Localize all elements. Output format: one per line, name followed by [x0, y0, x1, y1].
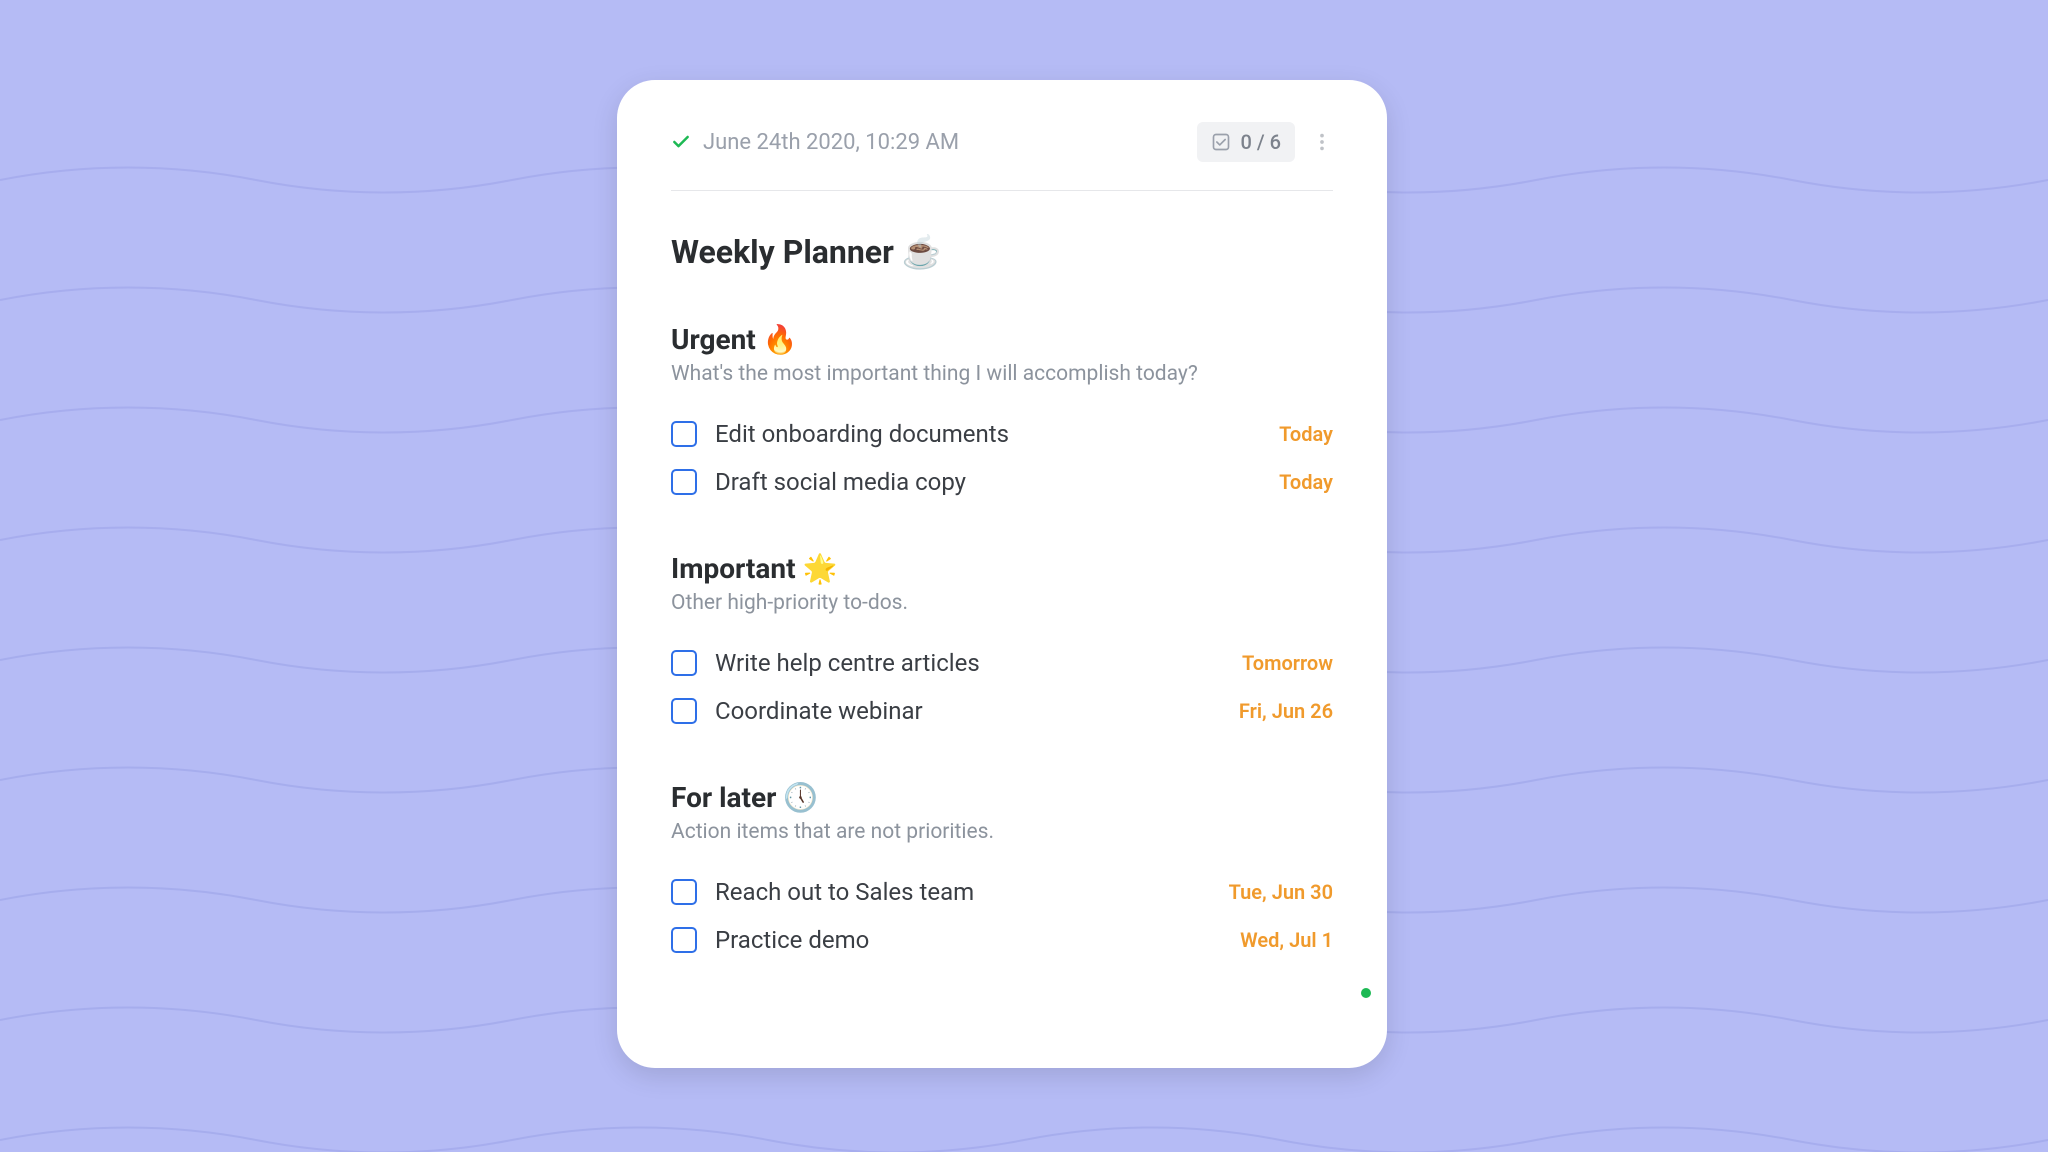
task-checkbox[interactable] [671, 650, 697, 676]
task-row[interactable]: Coordinate webinar Fri, Jun 26 [671, 687, 1333, 735]
task-row[interactable]: Reach out to Sales team Tue, Jun 30 [671, 868, 1333, 916]
section-for-later: For later 🕔 Action items that are not pr… [671, 781, 1333, 964]
page-title: Weekly Planner ☕ [671, 233, 1333, 271]
header-right: 0 / 6 [1197, 122, 1333, 162]
section-title: Important 🌟 [671, 552, 1333, 585]
checklist-icon [1211, 132, 1231, 152]
timestamp: June 24th 2020, 10:29 AM [703, 130, 959, 155]
task-label: Draft social media copy [715, 468, 966, 496]
section-title: For later 🕔 [671, 781, 1333, 814]
task-label: Reach out to Sales team [715, 878, 974, 906]
task-label: Write help centre articles [715, 649, 980, 677]
section-title: Urgent 🔥 [671, 323, 1333, 356]
task-counter-text: 0 / 6 [1241, 130, 1281, 154]
task-due: Fri, Jun 26 [1239, 699, 1333, 723]
task-row[interactable]: Edit onboarding documents Today [671, 410, 1333, 458]
task-due: Tomorrow [1242, 651, 1333, 675]
task-due: Wed, Jul 1 [1240, 928, 1333, 952]
task-checkbox[interactable] [671, 421, 697, 447]
task-label: Coordinate webinar [715, 697, 923, 725]
divider [671, 190, 1333, 191]
task-counter-chip[interactable]: 0 / 6 [1197, 122, 1295, 162]
section-subtitle: What's the most important thing I will a… [671, 362, 1333, 386]
more-vertical-icon[interactable] [1311, 131, 1333, 153]
task-checkbox[interactable] [671, 879, 697, 905]
task-row[interactable]: Draft social media copy Today [671, 458, 1333, 506]
task-label: Practice demo [715, 926, 869, 954]
task-due: Today [1279, 470, 1333, 494]
task-label: Edit onboarding documents [715, 420, 1009, 448]
task-due: Tue, Jun 30 [1229, 880, 1333, 904]
section-urgent: Urgent 🔥 What's the most important thing… [671, 323, 1333, 506]
card-header: June 24th 2020, 10:29 AM 0 / 6 [671, 122, 1333, 162]
checkmark-icon [671, 132, 691, 152]
section-important: Important 🌟 Other high-priority to-dos. … [671, 552, 1333, 735]
header-left: June 24th 2020, 10:29 AM [671, 130, 959, 155]
task-row[interactable]: Practice demo Wed, Jul 1 [671, 916, 1333, 964]
section-subtitle: Action items that are not priorities. [671, 820, 1333, 844]
task-checkbox[interactable] [671, 469, 697, 495]
planner-card: June 24th 2020, 10:29 AM 0 / 6 Weekly Pl… [617, 80, 1387, 1068]
section-subtitle: Other high-priority to-dos. [671, 591, 1333, 615]
status-dot-icon [1361, 988, 1371, 998]
task-checkbox[interactable] [671, 927, 697, 953]
task-checkbox[interactable] [671, 698, 697, 724]
task-due: Today [1279, 422, 1333, 446]
task-row[interactable]: Write help centre articles Tomorrow [671, 639, 1333, 687]
